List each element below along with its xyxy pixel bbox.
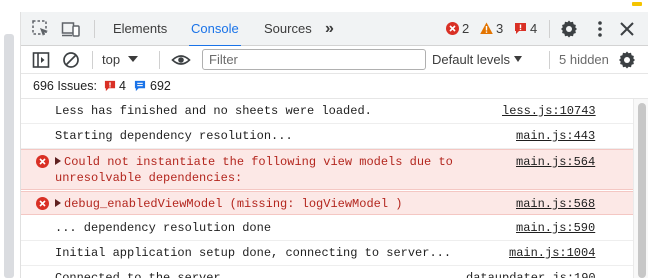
issues-summary-bar[interactable]: 696 Issues: 4 692 [21,74,648,99]
source-link[interactable]: less.js:10743 [502,103,596,119]
error-icon [36,155,49,168]
live-expression-eye-icon[interactable] [171,50,191,70]
message-text: Initial application setup done, connecti… [55,246,452,260]
message-text: ... dependency resolution done [55,221,272,235]
page-left-gutter [0,12,20,278]
console-message[interactable]: Connected to the server dataupdater.js:1… [21,266,633,278]
issue-error-icon [104,80,116,92]
hidden-messages-count: 5 hidden [559,52,609,67]
tab-sources-label: Sources [264,21,312,36]
tab-console-label: Console [191,21,239,36]
tab-elements[interactable]: Elements [111,12,169,46]
expand-triangle-icon[interactable] [55,157,61,165]
chevron-down-icon [128,56,139,62]
issue-info-count: 692 [150,79,171,93]
console-settings-gear-icon[interactable] [617,50,637,70]
toolbar-divider [94,20,95,38]
warning-count: 3 [496,21,504,36]
console-messages: Less has finished and no sheets were loa… [21,99,633,278]
error-icon [36,197,49,210]
source-link[interactable]: dataupdater.js:190 [466,270,596,278]
console-scrollbar[interactable] [633,99,648,278]
message-text-line1: debug_enabledViewModel (missing: logView… [64,197,403,211]
sidebar-toggle-icon[interactable] [31,50,51,70]
message-text-line1: Could not instantiate the following view… [64,155,453,169]
tab-console[interactable]: Console [189,12,241,47]
clear-console-icon[interactable] [61,50,81,70]
kebab-menu-icon[interactable] [590,19,610,39]
console-message[interactable]: ... dependency resolution done main.js:5… [21,216,633,241]
console-filter-bar: top Default levels 5 hidden [21,46,648,74]
console-message[interactable]: Starting dependency resolution... main.j… [21,124,633,149]
warning-icon [480,22,493,34]
console-error-message[interactable]: debug_enabledViewModel (missing: logView… [21,191,633,215]
page-scrollbar[interactable] [4,34,14,278]
source-link[interactable]: main.js:564 [516,154,595,170]
more-tabs-button[interactable]: » [323,12,336,46]
console-message[interactable]: Less has finished and no sheets were loa… [21,99,633,124]
device-toolbar-icon[interactable] [61,19,81,39]
close-icon[interactable] [617,19,637,39]
tab-elements-label: Elements [113,21,168,36]
error-count: 2 [462,21,470,36]
message-text: Less has finished and no sheets were loa… [55,104,372,118]
console-scrollbar-thumb[interactable] [638,103,646,278]
log-levels-dropdown[interactable]: Default levels [432,50,523,70]
source-link[interactable]: main.js:568 [516,196,595,212]
chevron-down-icon [514,56,523,62]
filter-divider [549,51,550,69]
message-text: Could not instantiate the following view… [55,154,453,170]
console-message[interactable]: Initial application setup done, connecti… [21,241,633,266]
toolbar-divider [549,20,550,38]
message-text: debug_enabledViewModel (missing: logView… [55,196,402,212]
message-text: Connected to the server [55,271,221,278]
issues-count-label: 696 Issues: [33,79,97,93]
inspect-element-icon[interactable] [31,19,51,39]
issue-info-icon [134,80,146,92]
issue-error-count: 4 [119,79,126,93]
filter-input[interactable] [202,49,426,70]
notification-marker [632,2,642,6]
tab-sources[interactable]: Sources [262,12,314,46]
more-tabs-icon: » [325,20,334,37]
context-selector-value: top [102,52,121,67]
message-text-line2: unresolvable dependencies: [55,171,243,185]
source-link[interactable]: main.js:1004 [509,245,595,261]
error-icon [446,22,459,35]
message-text: Starting dependency resolution... [55,129,293,143]
console-error-message[interactable]: Could not instantiate the following view… [21,149,633,190]
source-link[interactable]: main.js:590 [516,220,595,236]
settings-gear-icon[interactable] [559,19,579,39]
log-levels-value: Default levels [432,52,511,67]
devtools-tabbar: Elements Console Sources » 2 3 4 [21,12,648,47]
devtools-panel: Elements Console Sources » 2 3 4 top Fil… [20,12,648,278]
expand-triangle-icon[interactable] [55,199,61,207]
filter-divider [92,51,93,69]
issue-flag-icon [515,23,526,34]
context-selector[interactable]: top [102,50,139,70]
filter-divider [159,51,160,69]
issue-count: 4 [530,21,538,36]
window-top-strip [0,0,648,12]
source-link[interactable]: main.js:443 [516,128,595,144]
